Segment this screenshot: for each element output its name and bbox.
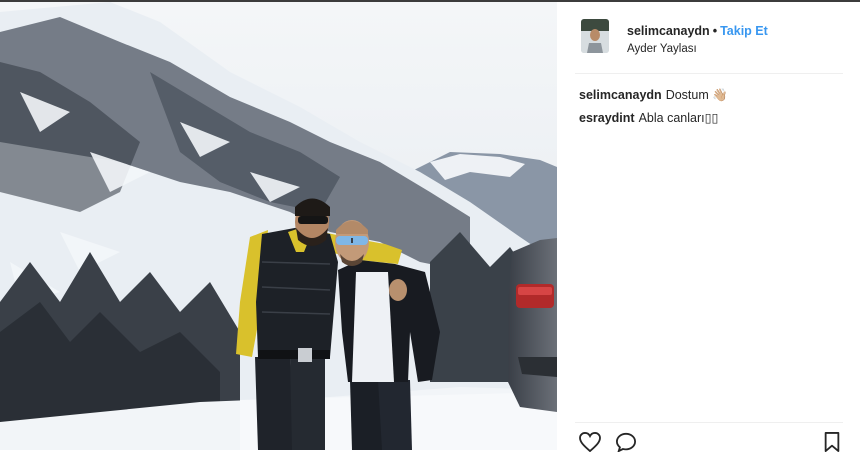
follow-button[interactable]: Takip Et [720, 24, 768, 38]
post-location[interactable]: Ayder Yaylası [627, 43, 697, 55]
comment-text: Dostum 👋🏼 [665, 88, 728, 102]
comment-item: selimcanaydn Dostum 👋🏼 [579, 88, 728, 103]
separator-dot: • [712, 24, 718, 38]
action-bar [575, 430, 843, 453]
bookmark-icon[interactable] [823, 432, 841, 457]
post-header: selimcanaydn • Takip Et Ayder Yaylası [579, 16, 841, 64]
post-username[interactable]: selimcanaydn [627, 24, 710, 38]
comment-item: esraydint Abla canları▯▯ [579, 110, 718, 125]
actions-divider [575, 422, 843, 423]
header-divider [575, 73, 843, 74]
heart-icon[interactable] [579, 431, 601, 457]
post-sidebar: selimcanaydn • Takip Et Ayder Yaylası seli… [557, 2, 860, 453]
post-username-line: selimcanaydn • Takip Et [627, 24, 768, 38]
comment-icon[interactable] [615, 432, 637, 457]
post-photo-illustration [0, 2, 557, 450]
post-photo[interactable] [0, 2, 557, 450]
comment-username[interactable]: selimcanaydn [579, 88, 662, 102]
comment-text: Abla canları▯▯ [638, 111, 719, 125]
comment-username[interactable]: esraydint [579, 111, 635, 125]
avatar-image-icon [581, 19, 609, 53]
avatar[interactable] [581, 19, 609, 53]
